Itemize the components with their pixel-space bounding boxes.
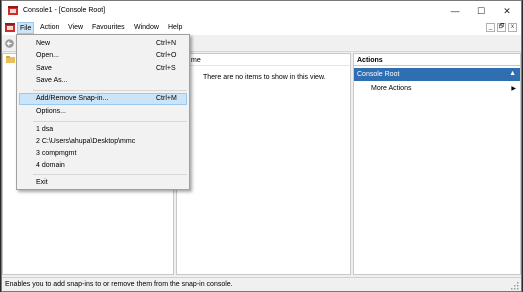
- folder-icon: [6, 56, 15, 63]
- menu-item-save-as[interactable]: Save As...: [19, 75, 187, 87]
- menu-item-shortcut: Ctrl+M: [156, 95, 177, 102]
- menu-item-label: 4 domain: [36, 162, 65, 169]
- menu-bar: File Action View Favourites Window Help …: [2, 21, 521, 35]
- title-bar[interactable]: Console1 - [Console Root] — ☐ ✕: [2, 1, 521, 21]
- caret-up-icon[interactable]: ▲: [509, 70, 516, 77]
- mmc-window: Console1 - [Console Root] — ☐ ✕ File Act…: [1, 0, 522, 292]
- menu-separator: [33, 174, 187, 175]
- menu-item-label: 2 C:\Users\ahupa\Desktop\mmc: [36, 138, 136, 145]
- menu-item-shortcut: Ctrl+O: [156, 52, 177, 59]
- menu-item-recent-1[interactable]: 1 dsa: [19, 124, 187, 136]
- window-title: Console1 - [Console Root]: [23, 7, 106, 14]
- empty-view-message: There are no items to show in this view.: [203, 74, 326, 81]
- menu-item-label: Options...: [36, 108, 66, 115]
- status-bar: Enables you to add snap-ins to or remove…: [2, 277, 521, 291]
- close-button[interactable]: ✕: [494, 1, 520, 21]
- menu-item-label: New: [36, 40, 51, 47]
- minimize-button[interactable]: —: [442, 1, 468, 21]
- mdi-restore-button[interactable]: 🗗: [497, 23, 506, 32]
- menu-item-label: Exit: [36, 179, 48, 186]
- status-text: Enables you to add snap-ins to or remove…: [5, 281, 233, 288]
- menu-item-exit[interactable]: Exit: [19, 177, 187, 189]
- mdi-close-button[interactable]: x: [508, 23, 517, 32]
- mdi-minimize-button[interactable]: _: [486, 23, 495, 32]
- menu-item-recent-2[interactable]: 2 C:\Users\ahupa\Desktop\mmc: [19, 136, 187, 148]
- mmc-app-icon: [8, 6, 18, 15]
- menu-item-recent-4[interactable]: 4 domain: [19, 160, 187, 172]
- menu-item-label: 3 compmgmt: [36, 150, 77, 157]
- menu-item-shortcut: Ctrl+N: [156, 40, 177, 47]
- arrow-right-icon: ▶: [511, 86, 516, 92]
- menu-item-shortcut: Ctrl+S: [156, 65, 176, 72]
- menu-item-label: Save As...: [36, 77, 68, 84]
- menu-item-label: Add/Remove Snap-in...: [36, 95, 109, 102]
- column-name-label: me: [191, 57, 201, 64]
- column-header[interactable]: me: [177, 54, 350, 66]
- menu-item-label: Save: [36, 65, 52, 72]
- more-actions-item[interactable]: More Actions: [371, 85, 411, 92]
- menu-item-recent-3[interactable]: 3 compmgmt: [19, 148, 187, 160]
- menu-item-options[interactable]: Options...: [19, 106, 187, 118]
- menu-item-add-remove-snap-in[interactable]: Add/Remove Snap-in... Ctrl+M: [19, 93, 187, 105]
- menu-separator: [33, 90, 187, 91]
- actions-group-console-root[interactable]: Console Root ▲: [354, 68, 520, 81]
- results-pane[interactable]: me There are no items to show in this vi…: [176, 53, 351, 275]
- menu-item-open[interactable]: Open... Ctrl+O: [19, 50, 187, 62]
- menu-item-label: Open...: [36, 52, 59, 59]
- back-arrow-icon[interactable]: [5, 39, 14, 48]
- resize-grip-icon[interactable]: [511, 282, 519, 290]
- actions-header: Actions: [354, 54, 520, 66]
- actions-pane: Actions Console Root ▲ More Actions ▶: [353, 53, 521, 275]
- maximize-button[interactable]: ☐: [468, 1, 494, 21]
- file-menu-dropdown: New Ctrl+N Open... Ctrl+O Save Ctrl+S Sa…: [16, 34, 190, 190]
- menu-item-new[interactable]: New Ctrl+N: [19, 38, 187, 50]
- actions-group-label: Console Root: [357, 71, 400, 78]
- menu-item-label: 1 dsa: [36, 126, 54, 133]
- menu-item-save[interactable]: Save Ctrl+S: [19, 63, 187, 75]
- menu-separator: [33, 121, 187, 122]
- menu-file[interactable]: File: [17, 22, 35, 34]
- mmc-app-icon[interactable]: [5, 23, 15, 32]
